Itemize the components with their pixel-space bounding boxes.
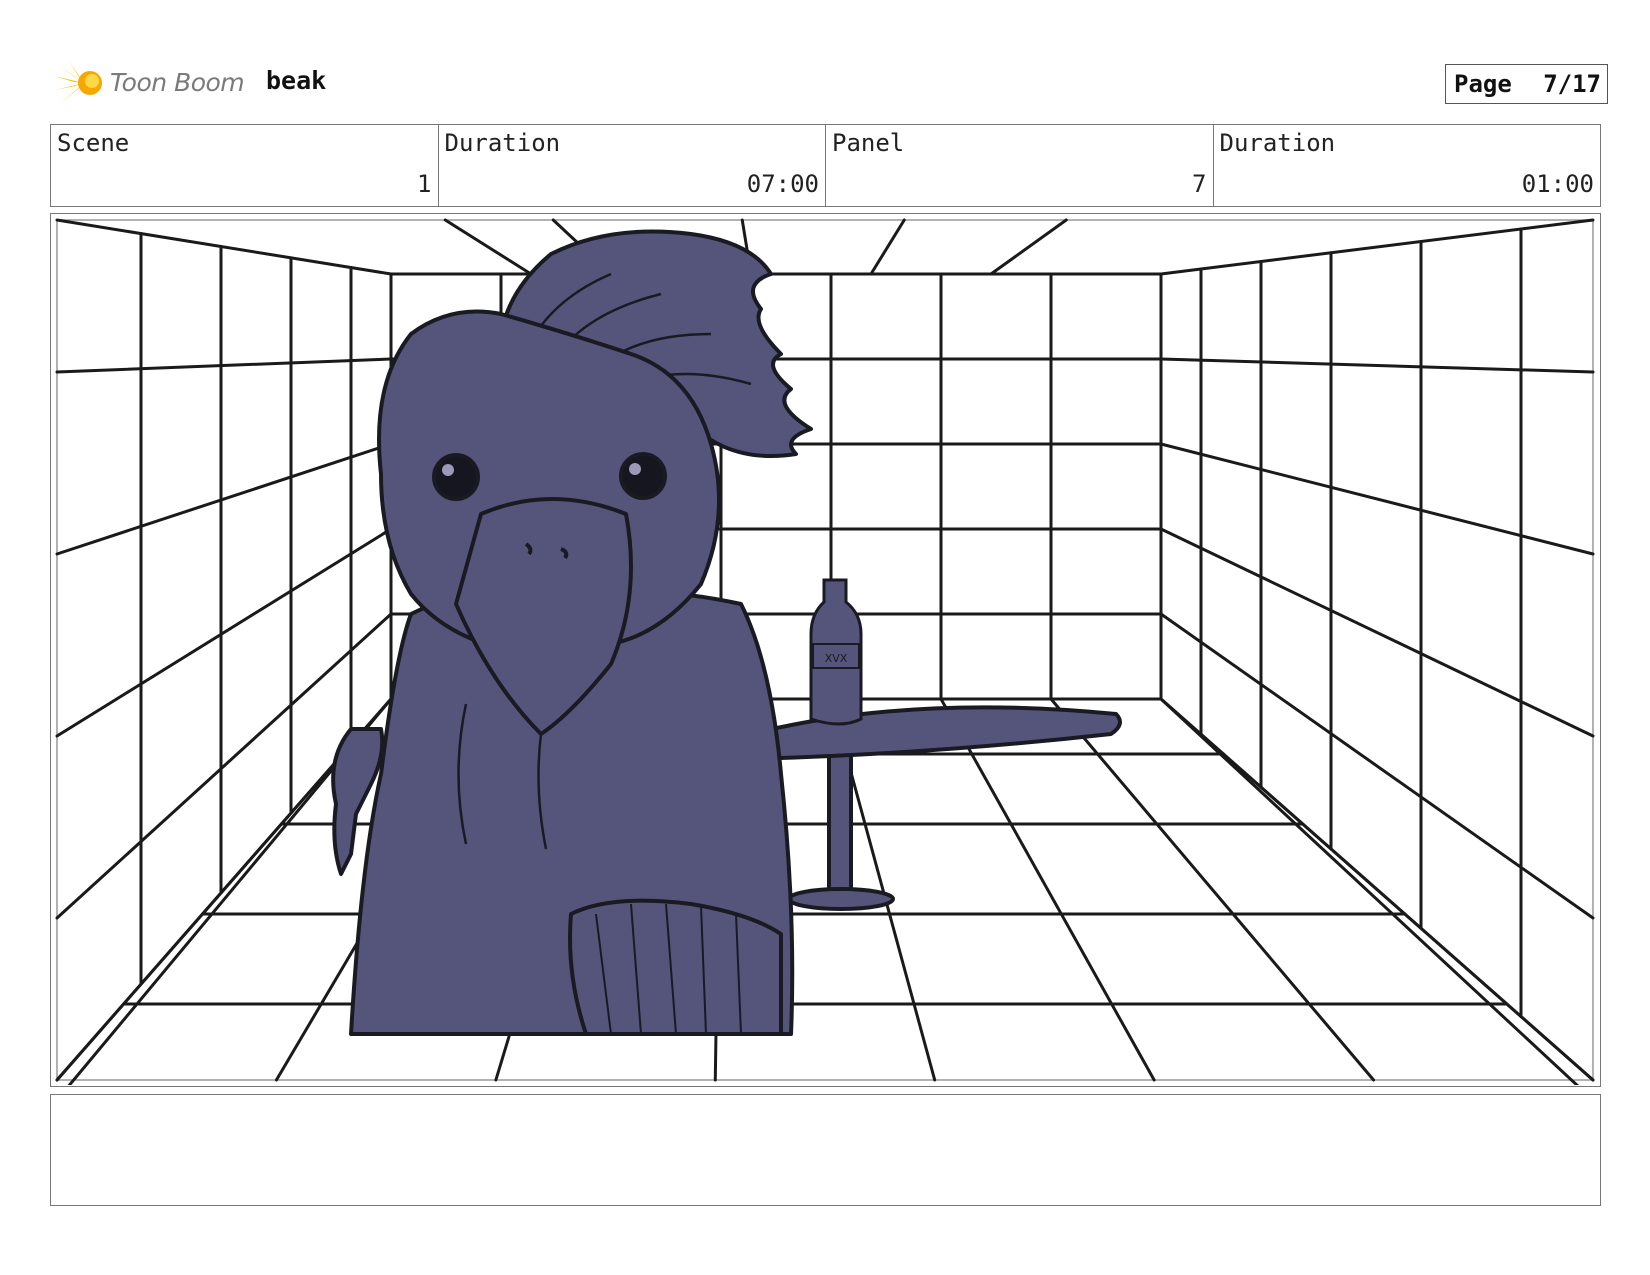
bottle: XVX [809, 578, 863, 726]
scene-cell: Scene 1 [51, 125, 438, 206]
toon-boom-logo-icon [54, 60, 102, 104]
scene-label: Scene [57, 129, 130, 157]
panel-value: 7 [1192, 170, 1207, 198]
panel-notes [50, 1094, 1601, 1206]
panel-label: Panel [832, 129, 905, 157]
panel-duration-cell: Duration 01:00 [1212, 125, 1601, 206]
panel-info-table: Scene 1 Duration 07:00 Panel 7 Duration … [50, 124, 1601, 207]
page-indicator: Page 7/17 [1445, 64, 1608, 104]
page-label: Page [1454, 70, 1512, 98]
scene-duration-label: Duration [444, 129, 561, 157]
scene-value: 1 [417, 170, 432, 198]
table [749, 705, 1122, 911]
panel-duration-label: Duration [1219, 129, 1336, 157]
storyboard-panel: XVX [50, 213, 1601, 1087]
bottle-label: XVX [825, 652, 848, 665]
panel-duration-value: 01:00 [1521, 170, 1594, 198]
page-number: 7/17 [1543, 70, 1601, 98]
project-title: beak [266, 66, 327, 95]
bird-character [331, 229, 813, 1036]
panel-cell: Panel 7 [825, 125, 1213, 206]
brand-name: Toon Boom [110, 68, 245, 97]
panel-drawing: XVX [55, 218, 1595, 1085]
page-header: Toon Boom beak Page 7/17 [54, 56, 1614, 110]
scene-duration-value: 07:00 [746, 170, 819, 198]
scene-duration-cell: Duration 07:00 [437, 125, 826, 206]
